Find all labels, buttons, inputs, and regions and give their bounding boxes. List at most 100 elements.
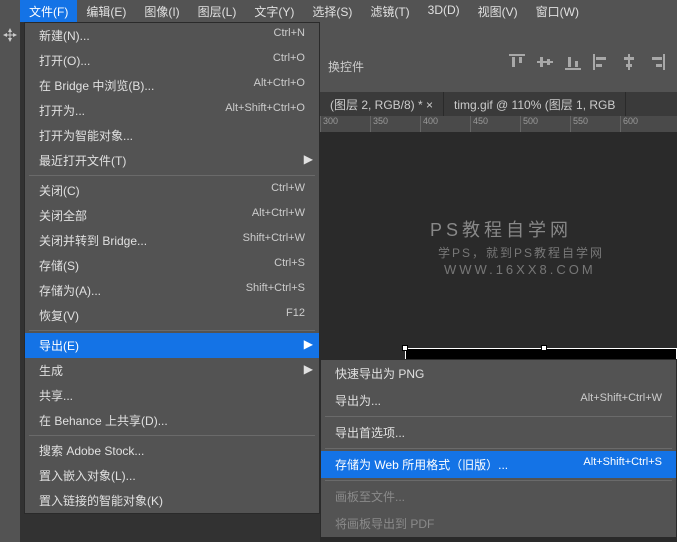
menu-separator [325,416,672,417]
menu-label: 最近打开文件(T) [39,152,126,169]
menu-label: 恢复(V) [39,307,79,324]
menu-item-generate[interactable]: 生成 ▶ [25,358,319,383]
menu-label: 生成 [39,362,63,379]
menu-item-export[interactable]: 导出(E)▶ [25,333,319,358]
submenu-item-quick-png[interactable]: 快速导出为 PNG [321,360,676,387]
menu-item-place-linked[interactable]: 置入链接的智能对象(K) [25,488,319,513]
menu-type[interactable]: 文字(Y) [245,0,303,22]
align-top-icon[interactable] [509,54,525,70]
tab-doc-1[interactable]: (图层 2, RGB/8) * × [320,92,444,116]
menu-shortcut: Shift+Ctrl+S [246,282,305,299]
menu-item-behance[interactable]: 在 Behance 上共享(D)... [25,408,319,433]
tab-doc-2[interactable]: timg.gif @ 110% (图层 1, RGB [444,92,626,116]
menu-label: 搜索 Adobe Stock... [39,442,144,459]
menu-shortcut: Alt+Ctrl+O [254,77,305,94]
menu-shortcut: Ctrl+S [274,257,305,274]
menu-window[interactable]: 窗口(W) [527,0,588,22]
chevron-right-icon: ▶ [304,337,313,351]
menu-label: 画板至文件... [335,488,405,505]
watermark-sub: 学PS，就到PS教程自学网 [438,244,604,261]
menu-shortcut: Alt+Shift+Ctrl+W [580,392,662,409]
toolbox [0,22,20,542]
menu-item-save[interactable]: 存储(S) Ctrl+S [25,253,319,278]
menu-label: 关闭(C) [39,182,80,199]
menu-file[interactable]: 文件(F) [20,0,77,22]
menu-item-revert[interactable]: 恢复(V) F12 [25,303,319,328]
menu-select[interactable]: 选择(S) [303,0,361,22]
menu-item-open-smart[interactable]: 打开为智能对象... [25,123,319,148]
chevron-right-icon: ▶ [304,152,313,166]
ruler-tick: 500 [520,116,570,132]
menu-shortcut: Ctrl+W [271,182,305,199]
align-hcenter-icon[interactable] [621,54,637,70]
menu-item-new[interactable]: 新建(N)...Ctrl+N [25,23,319,48]
menu-item-share[interactable]: 共享... [25,383,319,408]
menu-layer[interactable]: 图层(L) [189,0,246,22]
menu-item-close-bridge[interactable]: 关闭并转到 Bridge... Shift+Ctrl+W [25,228,319,253]
ruler-tick: 600 [620,116,670,132]
menu-separator [325,448,672,449]
menu-3d[interactable]: 3D(D) [419,0,469,22]
resize-handle[interactable] [541,345,547,351]
menu-label: 置入嵌入对象(L)... [39,467,136,484]
resize-handle[interactable] [402,345,408,351]
ruler-tick: 550 [570,116,620,132]
menu-shortcut: Ctrl+O [273,52,305,69]
menu-separator [29,435,315,436]
menu-item-adobe-stock[interactable]: 搜索 Adobe Stock... [25,438,319,463]
menu-label: 快速导出为 PNG [335,365,424,382]
menu-view[interactable]: 视图(V) [469,0,527,22]
menu-shortcut: Alt+Shift+Ctrl+S [583,456,662,473]
align-left-icon[interactable] [593,54,609,70]
menu-label: 打开(O)... [39,52,90,69]
menu-label: 关闭全部 [39,207,87,224]
menu-item-close-all[interactable]: 关闭全部 Alt+Ctrl+W [25,203,319,228]
submenu-item-export-prefs[interactable]: 导出首选项... [321,419,676,446]
menu-item-close[interactable]: 关闭(C) Ctrl+W [25,178,319,203]
menu-label: 打开为... [39,102,85,119]
menu-separator [325,480,672,481]
menu-label: 存储为 Web 所用格式（旧版）... [335,456,508,473]
menu-item-open[interactable]: 打开(O)... Ctrl+O [25,48,319,73]
align-right-icon[interactable] [649,54,665,70]
menu-item-open-as[interactable]: 打开为...Alt+Shift+Ctrl+O [25,98,319,123]
option-bar: 换控件 [320,22,677,92]
align-bottom-icon[interactable] [565,54,581,70]
submenu-item-artboards-pdf[interactable]: 将画板导出到 PDF [321,510,676,537]
menubar: 文件(F) 编辑(E) 图像(I) 图层(L) 文字(Y) 选择(S) 滤镜(T… [0,0,677,22]
menu-label: 导出为... [335,392,381,409]
menu-label: 新建(N)... [39,27,90,44]
menu-edit[interactable]: 编辑(E) [77,0,135,22]
menu-filter[interactable]: 滤镜(T) [361,0,418,22]
menu-label: 置入链接的智能对象(K) [39,492,163,509]
submenu-item-export-as[interactable]: 导出为... Alt+Shift+Ctrl+W [321,387,676,414]
option-label: 换控件 [328,58,364,75]
menu-item-place-embedded[interactable]: 置入嵌入对象(L)... [25,463,319,488]
menu-image[interactable]: 图像(I) [135,0,188,22]
menu-item-save-as[interactable]: 存储为(A)...Shift+Ctrl+S [25,278,319,303]
menu-label: 将画板导出到 PDF [335,515,434,532]
menu-item-browse-bridge[interactable]: 在 Bridge 中浏览(B)...Alt+Ctrl+O [25,73,319,98]
ruler-tick: 450 [470,116,520,132]
menu-shortcut: Shift+Ctrl+W [243,232,305,249]
menu-separator [29,330,315,331]
menu-label: 存储(S) [39,257,79,274]
menu-shortcut: F12 [286,307,305,324]
menu-label: 关闭并转到 Bridge... [39,232,147,249]
menu-separator [29,175,315,176]
watermark-url: WWW.16XX8.COM [444,262,596,277]
menu-label: 导出首选项... [335,424,405,441]
menu-item-recent[interactable]: 最近打开文件(T) ▶ [25,148,319,173]
watermark-title: PS教程自学网 [430,216,572,242]
chevron-right-icon: ▶ [304,362,313,376]
file-menu-dropdown: 新建(N)...Ctrl+N 打开(O)... Ctrl+O 在 Bridge 中… [24,22,320,514]
submenu-item-artboards-files[interactable]: 画板至文件... [321,483,676,510]
ruler-tick: 300 [320,116,370,132]
submenu-item-save-for-web[interactable]: 存储为 Web 所用格式（旧版）... Alt+Shift+Ctrl+S [321,451,676,478]
align-vcenter-icon[interactable] [537,54,553,70]
ruler-tick: 400 [420,116,470,132]
menu-label: 共享... [39,387,73,404]
menu-shortcut: Alt+Ctrl+W [252,207,305,224]
menu-label: 打开为智能对象... [39,127,133,144]
move-tool-icon[interactable] [1,26,19,44]
